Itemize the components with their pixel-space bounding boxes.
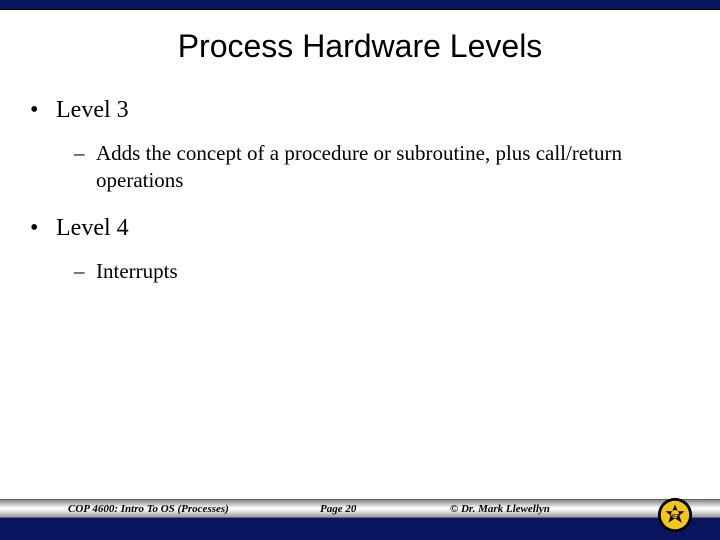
- slide-title: Process Hardware Levels: [0, 28, 720, 65]
- top-border-bar: [0, 0, 720, 10]
- footer-author: © Dr. Mark Llewellyn: [450, 503, 550, 515]
- footer-page: Page 20: [320, 503, 356, 515]
- subbullet-level-4: – Interrupts: [74, 258, 690, 285]
- bullet-dot-icon: •: [30, 213, 56, 244]
- footer-bar: COP 4600: Intro To OS (Processes) Page 2…: [0, 499, 720, 518]
- bullet-dot-icon: •: [30, 95, 56, 126]
- dash-icon: –: [74, 140, 96, 195]
- subbullet-text: Adds the concept of a procedure or subro…: [96, 140, 656, 195]
- bullet-label: Level 3: [56, 95, 129, 126]
- dash-icon: –: [74, 258, 96, 285]
- svg-text:UCF: UCF: [670, 513, 680, 519]
- bullet-level-4: • Level 4: [30, 213, 690, 244]
- bullet-level-3: • Level 3: [30, 95, 690, 126]
- bullet-label: Level 4: [56, 213, 129, 244]
- bottom-border-bar: [0, 518, 720, 540]
- footer-course: COP 4600: Intro To OS (Processes): [68, 503, 229, 515]
- subbullet-text: Interrupts: [96, 258, 178, 285]
- ucf-logo-icon: UCF: [656, 496, 694, 534]
- slide-footer: COP 4600: Intro To OS (Processes) Page 2…: [0, 499, 720, 540]
- subbullet-level-3: – Adds the concept of a procedure or sub…: [74, 140, 690, 195]
- slide-content: • Level 3 – Adds the concept of a proced…: [0, 65, 720, 285]
